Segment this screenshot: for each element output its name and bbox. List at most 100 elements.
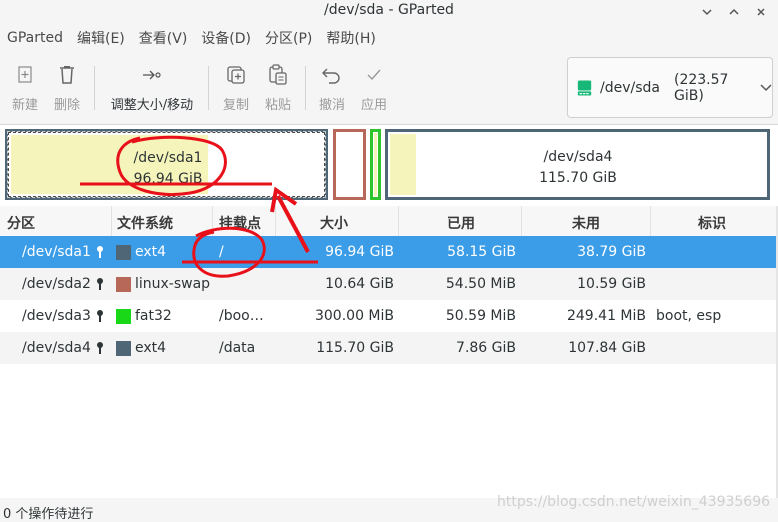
filesystem-color-swatch [116, 341, 131, 356]
column-separator [521, 206, 522, 236]
paste-label: 粘贴 [264, 98, 291, 113]
graph-sda4-size: 115.70 GiB [539, 170, 617, 186]
table-row[interactable]: /dev/sda3 fat32 /boo… 300.00 MiB 50.59 M… [0, 300, 778, 332]
close-icon[interactable] [751, 2, 771, 22]
size-cell: 96.94 GiB [325, 244, 394, 260]
column-separator [650, 206, 651, 236]
column-separator [275, 206, 276, 236]
toolbar-separator [94, 66, 95, 110]
unused-cell: 107.84 GiB [568, 340, 646, 356]
graph-partition-sda1[interactable]: /dev/sda1 96.94 GiB [5, 129, 328, 200]
partition-graph: /dev/sda1 96.94 GiB /dev/sda4 115.70 GiB [0, 125, 778, 205]
used-cell: 7.86 GiB [456, 340, 516, 356]
copy-icon [226, 62, 246, 88]
mountpoint-cell: /boo… [219, 308, 264, 324]
column-separator [398, 206, 399, 236]
used-cell: 58.15 GiB [447, 244, 516, 260]
size-cell: 300.00 MiB [314, 308, 394, 324]
column-header-mountpoint[interactable]: 挂载点 [219, 213, 261, 233]
resize-move-label: 调整大小/移动 [110, 98, 194, 113]
graph-label-sda4: /dev/sda4 115.70 GiB [518, 147, 638, 189]
window-title: /dev/sda - GParted [324, 2, 454, 18]
used-space-fill [374, 133, 377, 196]
apply-button[interactable]: 应用 [359, 62, 389, 118]
device-name: /dev/sda [600, 79, 660, 96]
graph-sda1-size: 96.94 GiB [133, 171, 203, 187]
table-row[interactable]: /dev/sda4 ext4 /data 115.70 GiB 7.86 GiB… [0, 332, 778, 364]
copy-button[interactable]: 复制 [221, 62, 251, 118]
new-label: 新建 [11, 98, 38, 113]
minimize-icon[interactable] [697, 2, 717, 22]
column-header-size[interactable]: 大小 [320, 213, 348, 233]
menu-gparted[interactable]: GParted [0, 30, 70, 46]
unused-cell: 249.41 MiB [566, 308, 646, 324]
chevron-down-icon [760, 81, 772, 95]
disk-icon [577, 79, 592, 96]
undo-icon [321, 62, 343, 88]
flags-cell: boot, esp [656, 308, 722, 324]
column-separator [111, 206, 112, 236]
resize-move-button[interactable]: 调整大小/移动 [104, 62, 200, 118]
filesystem-cell: fat32 [135, 308, 172, 324]
column-header-partition[interactable]: 分区 [7, 213, 35, 233]
toolbar: 新建 删除 调整大小/移动 复制 粘贴 撤消 应用 /dev/sda (223.… [0, 52, 778, 125]
pending-operations-text: 0 个操作待进行 [3, 507, 94, 522]
graph-sda4-name: /dev/sda4 [543, 149, 613, 165]
column-separator [212, 206, 213, 236]
device-size: (223.57 GiB) [674, 71, 729, 104]
menu-view[interactable]: 查看(V) [132, 28, 195, 48]
filesystem-cell: ext4 [135, 244, 167, 260]
column-header-used[interactable]: 已用 [447, 213, 475, 233]
partition-cell: /dev/sda4 [22, 340, 91, 356]
graph-sda1-name: /dev/sda1 [133, 150, 203, 166]
undo-button[interactable]: 撤消 [317, 62, 347, 118]
graph-partition-sda3[interactable] [370, 129, 381, 200]
copy-label: 复制 [222, 98, 249, 113]
column-header-unused[interactable]: 未用 [572, 213, 600, 233]
table-row[interactable]: /dev/sda1 ext4 / 96.94 GiB 58.15 GiB 38.… [0, 236, 778, 268]
apply-label: 应用 [360, 98, 387, 113]
menu-edit[interactable]: 编辑(E) [70, 28, 132, 48]
new-button[interactable]: 新建 [10, 62, 40, 118]
menu-partition[interactable]: 分区(P) [258, 28, 319, 48]
delete-label: 删除 [53, 98, 80, 113]
unused-cell: 10.59 GiB [577, 276, 646, 292]
unused-cell: 38.79 GiB [577, 244, 646, 260]
key-icon [97, 310, 103, 322]
size-cell: 10.64 GiB [325, 276, 394, 292]
partition-cell: /dev/sda3 [22, 308, 91, 324]
menu-device[interactable]: 设备(D) [194, 28, 258, 48]
new-icon [17, 62, 33, 88]
graph-partition-sda2[interactable] [333, 129, 366, 200]
partition-table-header: 分区 文件系统 挂载点 大小 已用 未用 标识 [0, 206, 778, 237]
filesystem-color-swatch [116, 277, 131, 292]
key-icon [97, 278, 103, 290]
table-row[interactable]: /dev/sda2 linux-swap 10.64 GiB 54.50 MiB… [0, 268, 778, 300]
apply-icon [366, 62, 382, 88]
title-bar: /dev/sda - GParted [0, 0, 778, 24]
column-header-flags[interactable]: 标识 [698, 213, 726, 233]
filesystem-color-swatch [116, 309, 131, 324]
delete-icon [58, 62, 76, 88]
key-icon [97, 246, 103, 258]
undo-label: 撤消 [318, 98, 345, 113]
used-cell: 54.50 MiB [445, 276, 516, 292]
size-cell: 115.70 GiB [316, 340, 394, 356]
used-cell: 50.59 MiB [445, 308, 516, 324]
delete-button[interactable]: 删除 [52, 62, 82, 118]
mountpoint-cell: /data [219, 340, 256, 356]
partition-cell: /dev/sda2 [22, 276, 91, 292]
menu-bar: GParted 编辑(E) 查看(V) 设备(D) 分区(P) 帮助(H) [0, 24, 778, 52]
graph-label-sda1: /dev/sda1 96.94 GiB [108, 148, 228, 190]
graph-partition-sda4[interactable]: /dev/sda4 115.70 GiB [385, 129, 770, 200]
filesystem-cell: ext4 [135, 340, 167, 356]
toolbar-separator [208, 66, 209, 110]
menu-help[interactable]: 帮助(H) [319, 28, 382, 48]
maximize-icon[interactable] [724, 2, 744, 22]
resize-move-icon [142, 62, 162, 88]
paste-button[interactable]: 粘贴 [263, 62, 293, 118]
paste-icon [268, 62, 288, 88]
filesystem-color-swatch [116, 245, 131, 260]
column-header-filesystem[interactable]: 文件系统 [117, 213, 173, 233]
device-selector[interactable]: /dev/sda (223.57 GiB) [567, 57, 773, 118]
